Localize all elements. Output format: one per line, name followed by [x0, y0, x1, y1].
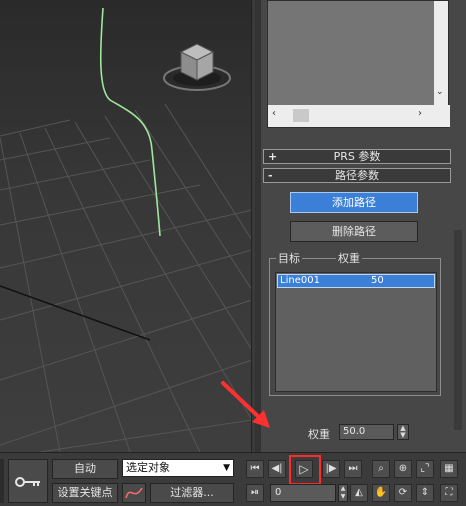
play-icon[interactable]: ▷ — [295, 460, 313, 478]
chevron-down-icon: ▼ — [223, 463, 230, 473]
target-name: Line001 — [280, 275, 320, 286]
delete-path-button[interactable]: 删除路径 — [290, 221, 418, 242]
weight-spinner-input[interactable]: 50.0 — [339, 424, 394, 440]
panel-scrollbar[interactable] — [454, 230, 462, 430]
key-mode-button[interactable] — [8, 459, 48, 503]
target-weight: 50 — [371, 275, 384, 286]
scroll-left-icon[interactable]: ‹ — [272, 108, 276, 119]
list-horizontal-scrollbar[interactable]: ‹ › — [268, 105, 450, 127]
zoom-all-icon[interactable]: ⊕ — [394, 460, 412, 478]
pan-view-icon[interactable]: ✋ — [372, 484, 390, 502]
rollout-prs-params[interactable]: + PRS 参数 — [263, 149, 451, 164]
curve-editor-button[interactable] — [122, 483, 146, 503]
set-key-button[interactable]: 设置关键点 — [52, 483, 118, 503]
world-axis — [0, 285, 151, 341]
viewport-scene — [0, 7, 251, 452]
animation-control-bar: 自动 设置关键点 选定对象 ▼ 过滤器... ⏮ ◀| ▷ |▶ ⏭ ⏯ 0 ▲… — [0, 452, 466, 506]
walk-through-icon[interactable]: ⇕ — [416, 484, 434, 502]
orbit-icon[interactable]: ⟳ — [394, 484, 412, 502]
selection-set-value: 选定对象 — [126, 461, 170, 474]
collapse-icon: - — [268, 169, 273, 182]
go-to-start-icon[interactable]: ⏮ — [246, 460, 264, 478]
modifier-list[interactable]: ⌄ ‹ › — [267, 0, 450, 128]
column-weight: 权重 — [336, 250, 362, 266]
weight-label: 权重 — [308, 428, 330, 441]
target-list[interactable]: Line001 50 — [275, 272, 437, 392]
key-icon — [15, 477, 40, 487]
auto-key-button[interactable]: 自动 — [52, 459, 118, 479]
key-mode-toggle-icon[interactable]: ⏯ — [246, 484, 264, 502]
current-frame-input[interactable]: 0 — [270, 484, 336, 502]
frame-spinner-icon[interactable]: ▲ ▼ — [338, 484, 348, 502]
weight-spinner-arrows-icon[interactable]: ▲ ▼ — [397, 424, 409, 440]
expand-icon: + — [268, 150, 278, 163]
scroll-right-icon[interactable]: › — [418, 108, 422, 119]
previous-frame-icon[interactable]: ◀| — [268, 460, 286, 478]
path-spline-line001 — [99, 7, 161, 237]
maximize-viewport-icon[interactable]: ⛶ — [440, 484, 458, 502]
curve-editor-icon — [125, 487, 143, 499]
add-path-button[interactable]: 添加路径 — [290, 192, 418, 213]
key-filters-button[interactable]: 过滤器... — [150, 483, 234, 503]
field-of-view-icon[interactable]: ◭ — [350, 484, 368, 502]
zoom-icon[interactable]: ⌕ — [372, 460, 390, 478]
perspective-viewport[interactable] — [0, 0, 252, 452]
bar-edge — [0, 459, 4, 503]
next-frame-icon[interactable]: |▶ — [322, 460, 340, 478]
go-to-end-icon[interactable]: ⏭ — [344, 460, 362, 478]
list-vertical-scrollbar[interactable]: ⌄ — [434, 1, 448, 105]
zoom-extents-icon[interactable]: ⌞⌝ — [416, 460, 434, 478]
target-row-selected[interactable]: Line001 50 — [277, 274, 435, 288]
zoom-extents-all-icon[interactable]: ▦ — [440, 460, 458, 478]
rollout-prs-label: PRS 参数 — [333, 150, 381, 163]
command-panel: ⌄ ‹ › + PRS 参数 - 路径参数 添加路径 删除路径 目标 权重 Li… — [255, 0, 466, 452]
column-target: 目标 — [276, 250, 302, 266]
annotation-arrow — [221, 381, 270, 428]
rollout-path-params[interactable]: - 路径参数 — [263, 168, 451, 183]
viewcube — [163, 43, 231, 91]
rollout-path-label: 路径参数 — [335, 169, 379, 182]
scroll-thumb[interactable] — [293, 109, 309, 122]
ground-grid — [0, 103, 251, 452]
selection-set-dropdown[interactable]: 选定对象 ▼ — [122, 459, 234, 477]
scroll-down-icon[interactable]: ⌄ — [436, 87, 444, 97]
